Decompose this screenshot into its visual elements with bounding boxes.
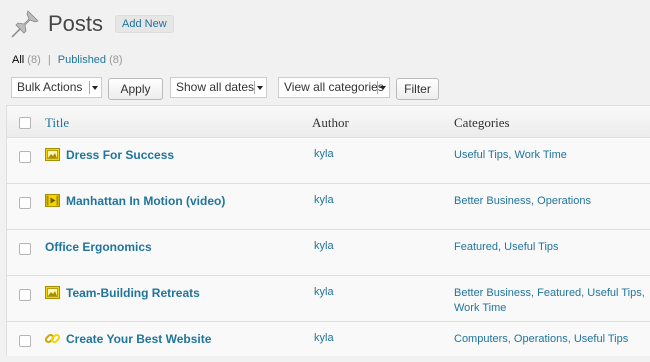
posts-table: Title Author Categories Dress For Succes…: [6, 105, 650, 356]
page-title: Posts: [48, 11, 104, 36]
view-published-count: (8): [109, 54, 123, 66]
view-published-label: Published: [57, 54, 107, 66]
post-categories[interactable]: Better Business, Operations: [454, 194, 649, 209]
post-title-link[interactable]: Team-Building Retreats: [66, 286, 200, 300]
view-published-link[interactable]: Published (8): [58, 54, 123, 66]
dropdown-arrow-icon: [89, 81, 99, 94]
column-author-header: Author: [312, 115, 349, 130]
row-checkbox[interactable]: [19, 289, 31, 301]
post-title-link[interactable]: Office Ergonomics: [45, 240, 152, 254]
add-new-button[interactable]: Add New: [115, 15, 174, 33]
table-row: Dress For Success kyla Useful Tips, Work…: [7, 138, 650, 184]
row-checkbox[interactable]: [19, 243, 31, 255]
post-title-link[interactable]: Manhattan In Motion (video): [66, 194, 225, 208]
table-row: Team-Building Retreats kyla Better Busin…: [7, 276, 650, 322]
select-all-checkbox[interactable]: [19, 117, 31, 129]
category-filter-select[interactable]: View all categories: [278, 77, 390, 98]
video-format-icon: [45, 194, 60, 207]
filter-button[interactable]: Filter: [396, 78, 439, 100]
image-format-icon: [45, 148, 60, 161]
date-filter-select[interactable]: Show all dates: [170, 77, 267, 98]
view-all-label: All: [12, 54, 25, 66]
post-categories[interactable]: Better Business, Featured, Useful Tips, …: [454, 286, 649, 316]
view-all-count: (8): [27, 54, 41, 66]
post-status-views: All (8) | Published (8): [12, 54, 123, 66]
post-categories[interactable]: Computers, Operations, Useful Tips: [454, 332, 649, 347]
category-filter-value: View all categories: [284, 80, 384, 94]
table-header: Title Author Categories: [7, 106, 650, 138]
pushpin-icon: [11, 10, 39, 38]
post-categories[interactable]: Useful Tips, Work Time: [454, 148, 649, 163]
post-author-link[interactable]: kyla: [314, 240, 334, 252]
post-author-link[interactable]: kyla: [314, 194, 334, 206]
column-title-header[interactable]: Title: [45, 115, 69, 131]
post-title-link[interactable]: Create Your Best Website: [66, 332, 211, 346]
post-author-link[interactable]: kyla: [314, 286, 334, 298]
page-header: Posts Add New: [8, 6, 174, 42]
dropdown-arrow-icon: [377, 81, 387, 94]
dropdown-arrow-icon: [254, 81, 264, 94]
view-all-link[interactable]: All (8): [12, 54, 41, 66]
view-separator: |: [47, 54, 51, 66]
row-checkbox[interactable]: [19, 197, 31, 209]
date-filter-value: Show all dates: [176, 80, 255, 94]
post-author-link[interactable]: kyla: [314, 332, 334, 344]
post-title-link[interactable]: Dress For Success: [66, 148, 174, 162]
link-format-icon: [45, 333, 60, 344]
row-checkbox[interactable]: [19, 151, 31, 163]
table-row: Office Ergonomics kyla Featured, Useful …: [7, 230, 650, 276]
post-author-link[interactable]: kyla: [314, 148, 334, 160]
column-categories-header: Categories: [454, 115, 510, 130]
bulk-actions-value: Bulk Actions: [17, 80, 83, 94]
apply-button[interactable]: Apply: [108, 78, 163, 100]
table-row: Manhattan In Motion (video) kyla Better …: [7, 184, 650, 230]
row-checkbox[interactable]: [19, 335, 31, 347]
post-categories[interactable]: Featured, Useful Tips: [454, 240, 649, 255]
bulk-actions-select[interactable]: Bulk Actions: [11, 77, 102, 98]
image-format-icon: [45, 286, 60, 299]
table-row: Create Your Best Website kyla Computers,…: [7, 322, 650, 362]
